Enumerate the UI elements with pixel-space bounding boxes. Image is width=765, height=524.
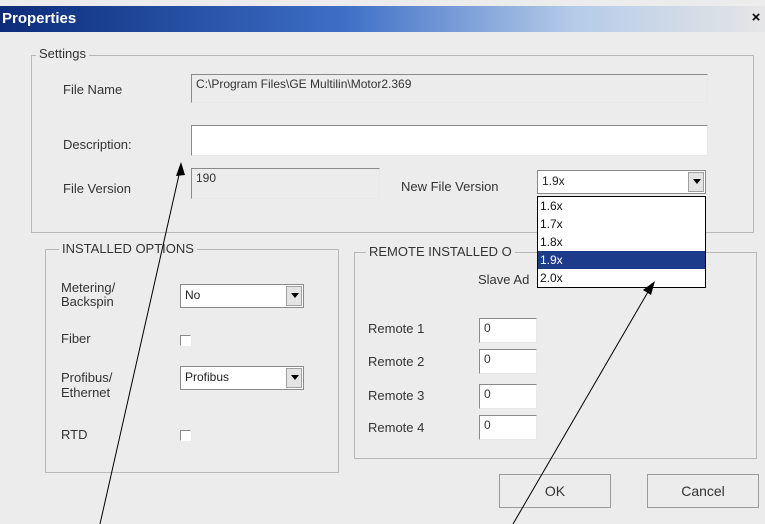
file-version-label: File Version (63, 181, 131, 196)
chevron-down-icon[interactable] (688, 172, 704, 192)
remote-2-label: Remote 2 (368, 354, 425, 369)
remote-2-field[interactable]: 0 (479, 349, 537, 374)
profibus-ethernet-combo[interactable]: Profibus (180, 366, 304, 390)
profibus-label-line2: Ethernet (61, 385, 111, 400)
fiber-checkbox[interactable] (180, 335, 191, 346)
rtd-checkbox[interactable] (180, 430, 191, 441)
remote-installed-options-legend: REMOTE INSTALLED O (366, 244, 515, 259)
file-name-label: File Name (63, 82, 123, 97)
description-label: Description: (63, 137, 132, 152)
remote-3-label: Remote 3 (368, 388, 425, 403)
file-name-field: C:\Program Files\GE Multilin\Motor2.369 (191, 74, 708, 103)
title-bar[interactable]: Properties × (0, 6, 765, 32)
new-file-version-label: New File Version (401, 179, 499, 194)
installed-options-legend: INSTALLED OPTIONS (59, 241, 197, 256)
metering-label-line2: Backspin (61, 294, 114, 309)
remote-4-field[interactable]: 0 (479, 415, 537, 440)
new-file-version-value: 1.9x (542, 174, 565, 188)
description-field[interactable] (191, 125, 708, 156)
metering-backspin-value: No (185, 288, 201, 302)
profibus-label-line1: Profibus/ (61, 370, 113, 385)
metering-backspin-combo[interactable]: No (180, 284, 304, 308)
file-version-field: 190 (191, 168, 380, 199)
dropdown-option[interactable]: 2.0x (538, 269, 705, 287)
remote-1-label: Remote 1 (368, 321, 425, 336)
chevron-down-icon[interactable] (286, 368, 302, 388)
remote-1-field[interactable]: 0 (479, 318, 537, 343)
remote-4-label: Remote 4 (368, 420, 425, 435)
dropdown-option[interactable]: 1.9x (538, 251, 705, 269)
dropdown-option[interactable]: 1.8x (538, 233, 705, 251)
profibus-ethernet-value: Profibus (185, 370, 230, 384)
ok-button[interactable]: OK (499, 474, 611, 508)
chevron-down-icon[interactable] (286, 286, 302, 306)
slave-address-label: Slave Ad (478, 272, 530, 287)
rtd-label: RTD (61, 427, 88, 442)
new-file-version-combo[interactable]: 1.9x (537, 170, 706, 194)
window-title: Properties (2, 10, 77, 27)
dropdown-option[interactable]: 1.6x (538, 197, 705, 215)
new-file-version-dropdown-list[interactable]: 1.6x 1.7x 1.8x 1.9x 2.0x (537, 196, 706, 288)
properties-dialog: Properties × Settings File Name C:\Progr… (0, 0, 765, 524)
cancel-button[interactable]: Cancel (647, 474, 759, 508)
fiber-label: Fiber (61, 331, 91, 346)
dropdown-option[interactable]: 1.7x (538, 215, 705, 233)
remote-3-field[interactable]: 0 (479, 384, 537, 409)
close-icon[interactable]: × (749, 9, 763, 27)
metering-label-line1: Metering/ (61, 280, 116, 295)
settings-legend: Settings (36, 46, 89, 61)
